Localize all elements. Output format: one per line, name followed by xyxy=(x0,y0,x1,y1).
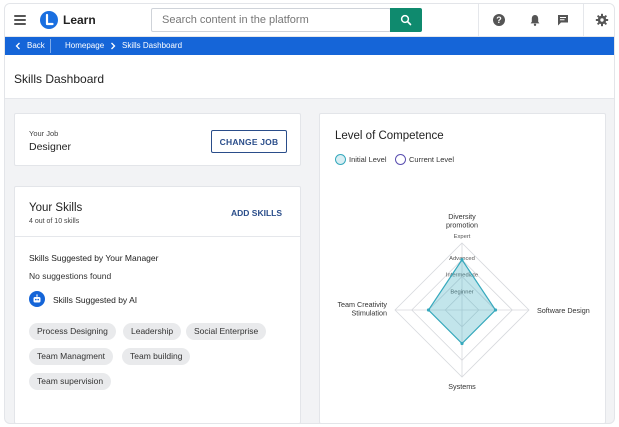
job-value: Designer xyxy=(29,141,72,153)
radar-axis-label: Diversity promotion xyxy=(446,212,478,230)
radar-axis-label-line: Stimulation xyxy=(351,309,387,318)
skills-count: 4 out of 10 skills xyxy=(29,218,80,225)
add-skills-button[interactable]: ADD SKILLS xyxy=(231,208,282,218)
manager-suggestions-title: Skills Suggested by Your Manager xyxy=(29,253,159,263)
svg-text:?: ? xyxy=(496,15,502,25)
breadcrumb-homepage[interactable]: Homepage xyxy=(65,41,104,50)
skill-chip[interactable]: Team building xyxy=(122,348,191,365)
search-button[interactable] xyxy=(390,8,422,32)
top-bar: Learn ? xyxy=(5,4,614,37)
radar-point xyxy=(426,308,431,312)
radar-level-label: Expert xyxy=(454,234,471,240)
skills-title: Your Skills xyxy=(29,202,83,214)
skill-chip[interactable]: Team supervision xyxy=(29,373,112,390)
top-bar-divider xyxy=(478,4,479,37)
bell-icon[interactable] xyxy=(528,13,542,27)
hamburger-icon[interactable] xyxy=(14,15,26,25)
ai-suggestions-title: Skills Suggested by AI xyxy=(53,295,138,305)
job-label: Your Job xyxy=(29,129,59,138)
skill-chip[interactable]: Team Managment xyxy=(29,348,114,365)
breadcrumb-skills-dashboard[interactable]: Skills Dashboard xyxy=(122,41,182,50)
competence-radar-chart: BeginnerIntermediateAdvancedExpertDivers… xyxy=(337,212,590,391)
app-window: Learn ? Back Homepage Skills Dashboard S… xyxy=(4,3,615,424)
skill-chip[interactable]: Leadership xyxy=(123,323,182,340)
top-bar-divider xyxy=(583,4,584,37)
breadcrumb: Back Homepage Skills Dashboard xyxy=(5,37,614,55)
chat-icon[interactable] xyxy=(556,13,570,27)
page-header: Skills Dashboard xyxy=(5,55,614,99)
radar-point xyxy=(460,341,464,346)
brand-name[interactable]: Learn xyxy=(63,13,96,27)
manager-suggestions-empty: No suggestions found xyxy=(29,271,112,281)
search-input[interactable] xyxy=(151,8,391,32)
robot-icon xyxy=(29,291,45,307)
gear-icon[interactable] xyxy=(595,13,609,27)
competence-card: Level of Competence Initial Level Curren… xyxy=(319,113,606,423)
skills-divider xyxy=(15,236,300,237)
skill-chip[interactable]: Social Enterprise xyxy=(186,323,267,340)
radar-axis-label: Team Creativity Stimulation xyxy=(337,300,387,318)
back-link[interactable]: Back xyxy=(27,41,45,50)
page-title: Skills Dashboard xyxy=(14,72,105,86)
search-icon xyxy=(400,14,412,26)
breadcrumb-divider xyxy=(50,39,51,53)
skill-chip[interactable]: Process Designing xyxy=(29,323,116,340)
radar-axis-label: Software Design xyxy=(537,306,590,315)
chevron-left-icon xyxy=(15,42,20,50)
radar-axis-label-line: promotion xyxy=(446,221,478,230)
help-icon[interactable]: ? xyxy=(492,13,506,27)
radar-point xyxy=(460,258,464,262)
radar-point xyxy=(493,308,498,312)
radar-series-initial-level xyxy=(427,258,497,345)
radar-axis-label-line: Software Design xyxy=(537,306,590,315)
job-card: Your Job Designer CHANGE JOB xyxy=(14,113,301,166)
chevron-right-icon xyxy=(111,42,116,50)
learn-logo-icon[interactable] xyxy=(40,11,58,29)
skills-card: Your Skills 4 out of 10 skills ADD SKILL… xyxy=(14,186,301,423)
change-job-button[interactable]: CHANGE JOB xyxy=(211,130,287,153)
radar-axis-label-line: Systems xyxy=(448,382,476,391)
radar-axis-label: Systems xyxy=(448,382,476,391)
